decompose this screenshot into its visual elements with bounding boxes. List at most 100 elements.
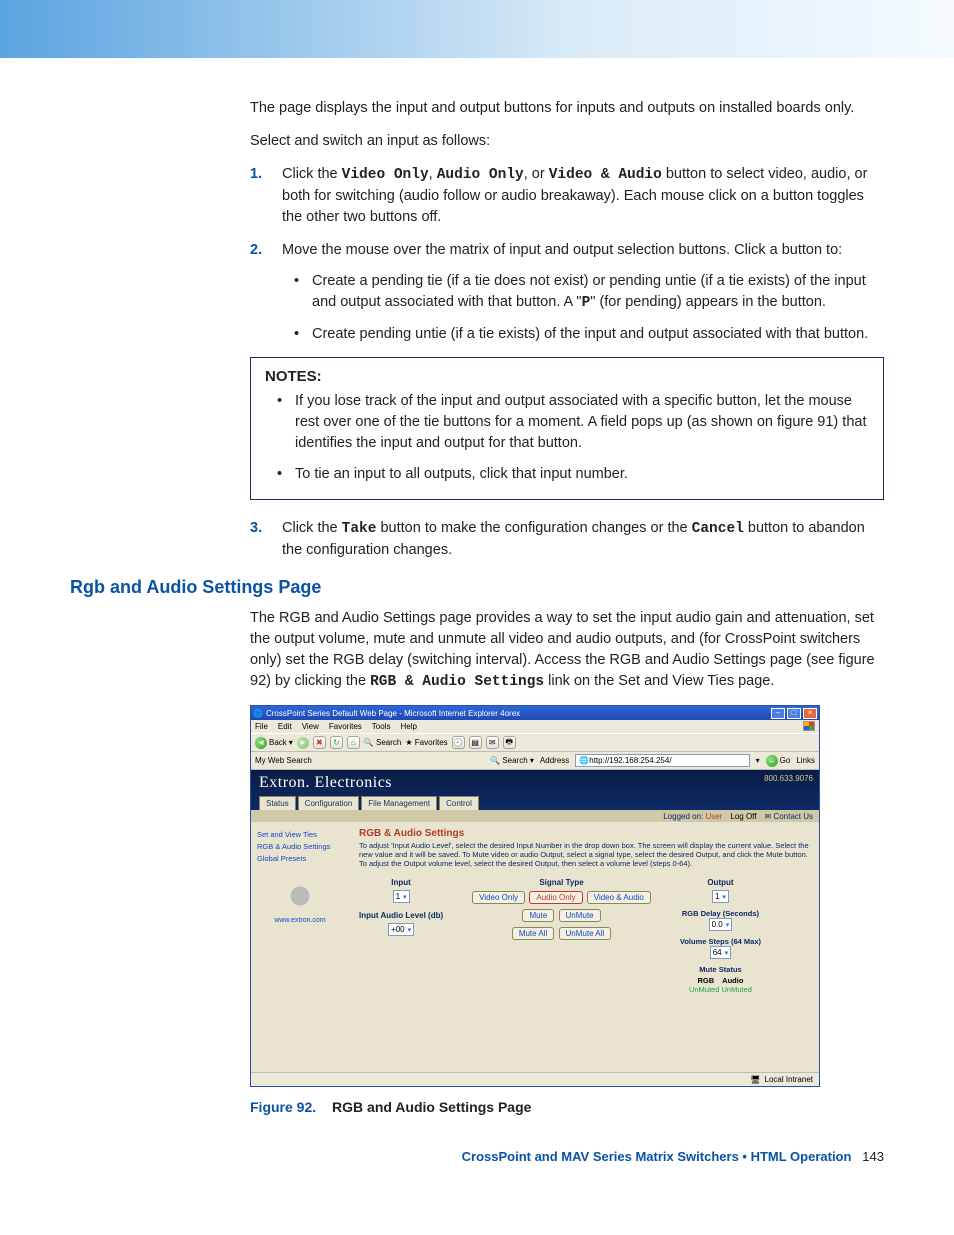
rgb-delay-label: RGB Delay (Seconds) (680, 909, 761, 918)
video-audio-button[interactable]: Video & Audio (587, 891, 651, 904)
video-only-button[interactable]: Video Only (472, 891, 525, 904)
page-number: 143 (862, 1149, 884, 1164)
print-button[interactable]: 🖶 (503, 736, 516, 749)
figure-number: Figure 92. (250, 1099, 316, 1115)
browser-window: 🌐 CrossPoint Series Default Web Page - M… (250, 705, 820, 1087)
mute-status-values: RGBAudio UnMuted UnMuted (680, 976, 761, 994)
search-button[interactable]: 🔍 Search (364, 738, 402, 747)
intro-para-2: Select and switch an input as follows: (250, 131, 884, 152)
history-button[interactable]: 🕘 (452, 736, 465, 749)
footer-text: CrossPoint and MAV Series Matrix Switche… (462, 1149, 852, 1164)
code-video-only: Video Only (342, 167, 429, 183)
sub-strip: Logged on: User Log Off ✉ Contact Us (251, 810, 819, 822)
browser-menubar: File Edit View Favorites Tools Help (251, 720, 819, 733)
extron-header: Extron. Electronics 800.633.9076 Status … (251, 770, 819, 810)
windows-flag-icon (803, 721, 815, 731)
sidebar-link-rgb-audio[interactable]: RGB & Audio Settings (257, 842, 343, 851)
mail-button[interactable]: ✉ (486, 736, 499, 749)
input-heading: Input (359, 878, 443, 887)
output-select[interactable]: 1 (712, 890, 729, 903)
refresh-button[interactable]: ↻ (330, 736, 343, 749)
note-2: To tie an input to all outputs, click th… (265, 464, 869, 485)
back-button[interactable]: ◄ Back ▾ (255, 737, 293, 749)
audio-only-button[interactable]: Audio Only (529, 891, 582, 904)
menu-tools[interactable]: Tools (372, 722, 391, 731)
toolbar-icon[interactable]: ▤ (469, 736, 482, 749)
steps-list-cont: 3. Click the Take button to make the con… (250, 518, 884, 561)
mute-all-button[interactable]: Mute All (512, 927, 554, 940)
menu-file[interactable]: File (255, 722, 268, 731)
menu-edit[interactable]: Edit (278, 722, 292, 731)
sidebar-link-set-view-ties[interactable]: Set and View Ties (257, 830, 343, 839)
code-audio-only: Audio Only (437, 167, 524, 183)
signal-type-heading: Signal Type (471, 878, 652, 887)
section-heading: Rgb and Audio Settings Page (70, 577, 884, 598)
input-column: Input 1 Input Audio Level (db) +00 (359, 878, 443, 936)
step-2-bullet-2: Create pending untie (if a tie exists) o… (282, 324, 884, 345)
extron-url[interactable]: www.extron.com (257, 917, 343, 924)
status-text: Local Intranet (765, 1075, 813, 1084)
figure-title: RGB and Audio Settings Page (332, 1099, 531, 1115)
unmute-button[interactable]: UnMute (559, 909, 601, 922)
address-dropdown[interactable]: ▾ (756, 756, 760, 765)
code-take: Take (342, 521, 377, 537)
mute-status-label: Mute Status (680, 965, 761, 974)
decorative-header-bar (0, 0, 954, 58)
stop-button[interactable]: ✖ (313, 736, 326, 749)
tab-control[interactable]: Control (439, 796, 479, 810)
notes-heading: NOTES: (265, 368, 869, 385)
nav-tabs: Status Configuration File Management Con… (259, 796, 811, 810)
steps-list: 1. Click the Video Only, Audio Only, or … (250, 164, 884, 345)
intro-para-1: The page displays the input and output b… (250, 98, 884, 119)
address-bar-row: My Web Search 🔍 Search ▾ Address 🌐 http:… (251, 752, 819, 770)
step-2: 2. Move the mouse over the matrix of inp… (250, 240, 884, 345)
address-input[interactable]: 🌐 http://192.168.254.254/ (575, 754, 749, 767)
page: The page displays the input and output b… (0, 0, 954, 1204)
phone-number: 800.633.9076 (764, 774, 813, 783)
go-button[interactable]: → Go (766, 755, 791, 767)
window-titlebar[interactable]: 🌐 CrossPoint Series Default Web Page - M… (251, 706, 819, 720)
screenshot-figure: 🌐 CrossPoint Series Default Web Page - M… (250, 705, 884, 1115)
window-title: CrossPoint Series Default Web Page - Mic… (263, 709, 769, 718)
ie-icon: 🌐 (253, 709, 263, 718)
input-audio-level-select[interactable]: +00 (388, 923, 414, 936)
search-field-button[interactable]: 🔍 Search ▾ (490, 756, 534, 765)
code-rgb-audio-settings: RGB & Audio Settings (370, 674, 544, 690)
menu-favorites[interactable]: Favorites (329, 722, 362, 731)
favorites-button[interactable]: ★ Favorites (405, 738, 447, 747)
code-cancel: Cancel (692, 521, 744, 537)
signal-type-column: Signal Type Video Only Audio Only Video … (471, 878, 652, 941)
page-footer: CrossPoint and MAV Series Matrix Switche… (70, 1149, 884, 1164)
sidebar: Set and View Ties RGB & Audio Settings G… (251, 822, 349, 1072)
window-maximize-button[interactable]: □ (787, 708, 801, 719)
volume-steps-select[interactable]: 64 (710, 946, 731, 959)
home-button[interactable]: ⌂ (347, 736, 360, 749)
output-heading: Output (680, 878, 761, 887)
contact-us-link[interactable]: ✉ Contact Us (764, 812, 813, 821)
links-label[interactable]: Links (796, 756, 815, 765)
tab-file-management[interactable]: File Management (361, 796, 437, 810)
input-select[interactable]: 1 (393, 890, 410, 903)
log-off-link[interactable]: Log Off (730, 812, 756, 821)
browser-statusbar: 🖥 Local Intranet (251, 1072, 819, 1086)
sidebar-link-global-presets[interactable]: Global Presets (257, 854, 343, 863)
extron-logo: Extron. Electronics (259, 774, 811, 792)
window-close-button[interactable]: × (803, 708, 817, 719)
menu-help[interactable]: Help (400, 722, 416, 731)
logged-on-label: Logged on: User (663, 812, 722, 821)
panel-title: RGB & Audio Settings (359, 828, 809, 839)
step-3: 3. Click the Take button to make the con… (250, 518, 884, 561)
input-audio-level-label: Input Audio Level (db) (359, 911, 443, 920)
window-minimize-button[interactable]: – (771, 708, 785, 719)
mute-button[interactable]: Mute (522, 909, 554, 922)
rgb-delay-select[interactable]: 0.0 (709, 918, 733, 931)
browser-toolbar: ◄ Back ▾ ► ✖ ↻ ⌂ 🔍 Search ★ Favorites 🕘 … (251, 733, 819, 752)
intranet-zone-icon: 🖥 (750, 1075, 760, 1084)
body-column: The page displays the input and output b… (250, 98, 884, 561)
menu-view[interactable]: View (302, 722, 319, 731)
tab-configuration[interactable]: Configuration (298, 796, 360, 810)
unmute-all-button[interactable]: UnMute All (559, 927, 612, 940)
forward-button[interactable]: ► (297, 737, 309, 749)
tab-status[interactable]: Status (259, 796, 296, 810)
main-panel: RGB & Audio Settings To adjust 'Input Au… (349, 822, 819, 1072)
